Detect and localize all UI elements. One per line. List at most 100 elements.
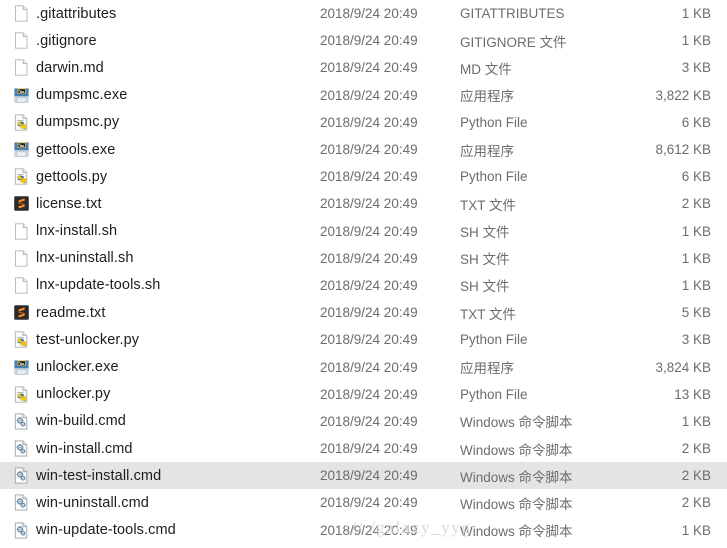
file-type-cell: 应用程序 [460,89,514,105]
file-name-cell[interactable]: .gitignore [0,32,320,50]
file-row[interactable]: gettools.exe 2018/9/24 20:49 应用程序 8,612 KB [0,136,727,163]
file-name-cell[interactable]: test-unlocker.py [0,331,320,349]
file-type-cell: GITIGNORE 文件 [460,34,567,50]
file-name-cell[interactable]: win-test-install.cmd [0,467,320,485]
file-size-cell: 3,822 KB [655,87,711,103]
blank-file-icon [12,222,30,240]
file-row[interactable]: win-update-tools.cmd 2018/9/24 20:49 Windo… [0,517,727,544]
file-name-cell[interactable]: win-update-tools.cmd [0,521,320,539]
file-type-cell: SH 文件 [460,225,510,241]
blank-file-icon [12,59,30,77]
file-type-cell: MD 文件 [460,61,512,77]
file-date-cell: 2018/9/24 20:49 [320,359,418,375]
blank-file-icon [12,5,30,23]
file-row[interactable]: win-build.cmd 2018/9/24 20:49 Windows 命令脚本… [0,408,727,435]
file-size-cell: 8,612 KB [655,142,711,158]
file-row[interactable]: gettools.py 2018/9/24 20:49 Python File 6 K… [0,163,727,190]
file-list[interactable]: .gitattributes 2018/9/24 20:49 GITATTRIBUT… [0,0,727,544]
file-row[interactable]: readme.txt 2018/9/24 20:49 TXT 文件 5 KB [0,299,727,326]
file-type-cell: Python File [460,169,528,185]
file-date-cell: 2018/9/24 20:49 [320,169,418,185]
file-row[interactable]: lnx-update-tools.sh 2018/9/24 20:49 SH 文件 1… [0,272,727,299]
file-date-cell: 2018/9/24 20:49 [320,468,418,484]
file-name-label: unlocker.py [36,386,111,403]
file-row[interactable]: unlocker.exe 2018/9/24 20:49 应用程序 3,824 KB [0,353,727,380]
file-type-cell: SH 文件 [460,252,510,268]
file-name-label: darwin.md [36,59,104,76]
file-row[interactable]: lnx-uninstall.sh 2018/9/24 20:49 SH 文件 1 KB [0,245,727,272]
file-name-cell[interactable]: lnx-install.sh [0,222,320,240]
file-row[interactable]: license.txt 2018/9/24 20:49 TXT 文件 2 KB [0,190,727,217]
file-type-cell: Windows 命令脚本 [460,496,573,512]
file-name-label: win-update-tools.cmd [36,522,176,539]
file-date-cell: 2018/9/24 20:49 [320,196,418,212]
file-size-cell: 13 KB [674,386,711,402]
file-size-cell: 2 KB [681,441,711,457]
file-row[interactable]: dumpsmc.py 2018/9/24 20:49 Python File 6 KB [0,109,727,136]
file-name-cell[interactable]: darwin.md [0,59,320,77]
file-name-cell[interactable]: win-build.cmd [0,412,320,430]
file-type-cell: Python File [460,332,528,348]
file-name-label: test-unlocker.py [36,331,140,348]
file-name-cell[interactable]: win-uninstall.cmd [0,494,320,512]
file-row[interactable]: .gitattributes 2018/9/24 20:49 GITATTRIBUT… [0,0,727,27]
file-size-cell: 3 KB [681,332,711,348]
file-date-cell: 2018/9/24 20:49 [320,305,418,321]
file-name-label: win-uninstall.cmd [36,494,149,511]
cmd-script-icon [12,467,30,485]
file-row[interactable]: unlocker.py 2018/9/24 20:49 Python File 13 … [0,381,727,408]
blank-file-icon [12,276,30,294]
file-name-label: .gitignore [36,32,97,49]
file-name-cell[interactable]: gettools.exe [0,141,320,159]
file-row[interactable]: win-test-install.cmd 2018/9/24 20:49 Windo… [0,462,727,490]
file-row[interactable]: darwin.md 2018/9/24 20:49 MD 文件 3 KB [0,54,727,81]
file-name-label: lnx-install.sh [36,223,118,240]
file-row[interactable]: dumpsmc.exe 2018/9/24 20:49 应用程序 3,822 KB [0,82,727,109]
file-size-cell: 3 KB [681,60,711,76]
file-date-cell: 2018/9/24 20:49 [320,495,418,511]
file-name-label: unlocker.exe [36,359,119,376]
file-name-cell[interactable]: .gitattributes [0,5,320,23]
file-row[interactable]: test-unlocker.py 2018/9/24 20:49 Python Fi… [0,326,727,353]
sublime-text-icon [12,195,30,213]
file-row[interactable]: win-uninstall.cmd 2018/9/24 20:49 Windows … [0,489,727,516]
file-size-cell: 1 KB [681,33,711,49]
cmd-script-icon [12,494,30,512]
file-date-cell: 2018/9/24 20:49 [320,386,418,402]
file-row[interactable]: .gitignore 2018/9/24 20:49 GITIGNORE 文件 1 K… [0,27,727,54]
file-name-cell[interactable]: readme.txt [0,304,320,322]
file-row[interactable]: lnx-install.sh 2018/9/24 20:49 SH 文件 1 KB [0,218,727,245]
cmd-script-icon [12,440,30,458]
file-size-cell: 5 KB [681,305,711,321]
file-name-label: gettools.py [36,168,108,185]
file-name-cell[interactable]: win-install.cmd [0,440,320,458]
file-explorer-details-view: .gitattributes 2018/9/24 20:49 GITATTRIBUT… [0,0,727,548]
file-size-cell: 2 KB [681,196,711,212]
file-size-cell: 1 KB [681,277,711,293]
python-file-icon [12,331,30,349]
file-date-cell: 2018/9/24 20:49 [320,441,418,457]
blank-file-icon [12,32,30,50]
file-name-cell[interactable]: unlocker.py [0,385,320,403]
file-type-cell: TXT 文件 [460,197,517,213]
file-size-cell: 1 KB [681,250,711,266]
file-name-label: lnx-uninstall.sh [36,250,134,267]
file-date-cell: 2018/9/24 20:49 [320,250,418,266]
file-type-cell: Windows 命令脚本 [460,524,573,540]
application-exe-icon [12,141,30,159]
python-file-icon [12,168,30,186]
file-name-label: dumpsmc.py [36,114,120,131]
file-name-label: license.txt [36,195,102,212]
file-date-cell: 2018/9/24 20:49 [320,522,418,538]
file-name-cell[interactable]: license.txt [0,195,320,213]
file-name-label: gettools.exe [36,141,116,158]
file-name-cell[interactable]: dumpsmc.py [0,113,320,131]
file-name-cell[interactable]: unlocker.exe [0,358,320,376]
python-file-icon [12,385,30,403]
file-name-cell[interactable]: lnx-uninstall.sh [0,249,320,267]
file-row[interactable]: win-install.cmd 2018/9/24 20:49 Windows 命令… [0,435,727,462]
file-type-cell: Python File [460,386,528,402]
file-name-cell[interactable]: dumpsmc.exe [0,86,320,104]
file-name-cell[interactable]: gettools.py [0,168,320,186]
file-name-cell[interactable]: lnx-update-tools.sh [0,276,320,294]
